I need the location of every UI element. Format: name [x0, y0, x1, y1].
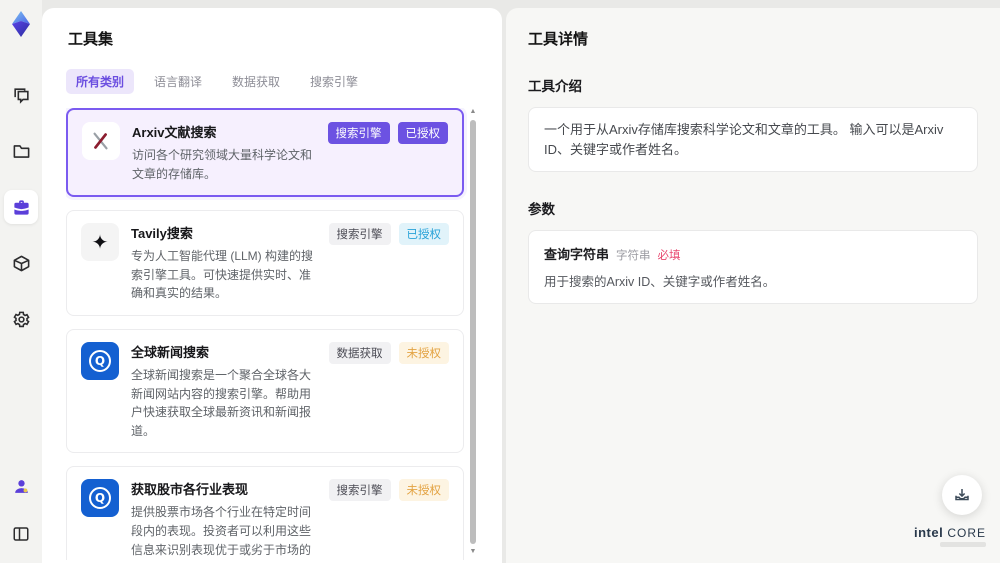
auth-badge: 未授权	[398, 479, 449, 502]
param-card: 查询字符串 字符串 必填 用于搜索的Arxiv ID、关键字或作者姓名。	[528, 230, 978, 304]
tool-desc: 全球新闻搜索是一个聚合全球各大新闻网站内容的搜索引擎。帮助用户快速获取全球最新资…	[131, 367, 312, 438]
auth-badge: 未授权	[398, 341, 449, 364]
news-search-icon: Q	[81, 479, 119, 518]
tool-list: Arxiv文献搜索 访问各个研究领域大量科学论文和文章的存储库。 搜索引擎 已授…	[66, 108, 478, 560]
auth-badge: 已授权	[397, 122, 448, 144]
download-icon	[955, 489, 969, 501]
collapse-sidebar-icon[interactable]	[4, 517, 38, 551]
news-search-icon: Q	[81, 341, 119, 380]
nav-folder-icon[interactable]	[4, 134, 38, 168]
nav-chat-icon[interactable]	[4, 78, 38, 112]
brand-subtext	[940, 542, 986, 547]
auth-badge: 已授权	[398, 223, 449, 246]
category-badge: 数据获取	[328, 341, 391, 364]
params-heading: 参数	[528, 202, 555, 217]
tool-card-arxiv[interactable]: Arxiv文献搜索 访问各个研究领域大量科学论文和文章的存储库。 搜索引擎 已授…	[66, 108, 464, 198]
list-scrollbar[interactable]: ▲ ▼	[468, 108, 478, 560]
tab-data-acquisition[interactable]: 数据获取	[222, 69, 290, 94]
tool-desc: 访问各个研究领域大量科学论文和文章的存储库。	[132, 148, 313, 181]
category-badge: 搜索引擎	[327, 122, 390, 144]
category-badge: 搜索引擎	[328, 223, 391, 246]
detail-title: 工具详情	[528, 31, 589, 48]
intro-text: 一个用于从Arxiv存储库搜索科学论文和文章的工具。 输入可以是Arxiv ID…	[528, 107, 978, 172]
app-logo[interactable]	[8, 10, 34, 38]
param-name: 查询字符串	[544, 247, 610, 262]
brand-intel: intel	[913, 525, 944, 540]
user-avatar-icon[interactable]	[4, 469, 38, 503]
page-title: 工具集	[68, 31, 114, 48]
tool-name: Arxiv文献搜索	[132, 125, 217, 140]
param-required-label: 必填	[657, 250, 681, 262]
intel-core-logo: intel core	[914, 525, 986, 547]
nav-tools-icon[interactable]	[4, 190, 38, 224]
param-type: 字符串	[616, 250, 651, 262]
brand-core: core	[947, 526, 986, 540]
scroll-up-icon[interactable]: ▲	[469, 108, 477, 116]
tool-name: 全球新闻搜索	[131, 344, 210, 360]
nav-settings-icon[interactable]	[4, 302, 38, 336]
tool-card-tavily[interactable]: ✦ Tavily搜索 专为人工智能代理 (LLM) 构建的搜索引擎工具。可快速提…	[66, 210, 464, 316]
tool-card-sector-performance[interactable]: Q 获取股市各行业表现 提供股票市场各个行业在特定时间段内的表现。投资者可以利用…	[66, 466, 464, 560]
tab-search-engine[interactable]: 搜索引擎	[300, 69, 368, 94]
tab-language-translation[interactable]: 语言翻译	[144, 69, 212, 94]
category-tabs: 所有类别 语言翻译 数据获取 搜索引擎	[66, 69, 478, 94]
tavily-star-icon: ✦	[81, 223, 119, 262]
nav-package-icon[interactable]	[4, 246, 38, 280]
tool-name: 获取股市各行业表现	[131, 482, 249, 498]
download-button[interactable]	[942, 475, 982, 515]
tool-card-global-news[interactable]: Q 全球新闻搜索 全球新闻搜索是一个聚合全球各大新闻网站内容的搜索引擎。帮助用户…	[66, 328, 464, 454]
tool-detail-panel: 工具详情 工具介绍 一个用于从Arxiv存储库搜索科学论文和文章的工具。 输入可…	[506, 8, 1000, 563]
tab-all-categories[interactable]: 所有类别	[66, 69, 135, 94]
scrollbar-thumb[interactable]	[470, 120, 476, 544]
category-badge: 搜索引擎	[328, 479, 391, 502]
scroll-down-icon[interactable]: ▼	[469, 548, 477, 556]
tool-name: Tavily搜索	[131, 226, 193, 242]
tool-list-panel: 工具集 所有类别 语言翻译 数据获取 搜索引擎 Arxiv文献搜索 访问各个研究…	[42, 8, 502, 563]
tool-desc: 专为人工智能代理 (LLM) 构建的搜索引擎工具。可快速提供实时、准确和真实的结…	[131, 249, 314, 301]
intro-heading: 工具介绍	[528, 79, 582, 94]
arxiv-logo-icon	[82, 122, 120, 160]
left-sidebar	[0, 0, 42, 563]
tool-desc: 提供股票市场各个行业在特定时间段内的表现。投资者可以利用这些信息来识别表现优于或…	[131, 505, 312, 557]
param-desc: 用于搜索的Arxiv ID、关键字或作者姓名。	[544, 275, 776, 289]
